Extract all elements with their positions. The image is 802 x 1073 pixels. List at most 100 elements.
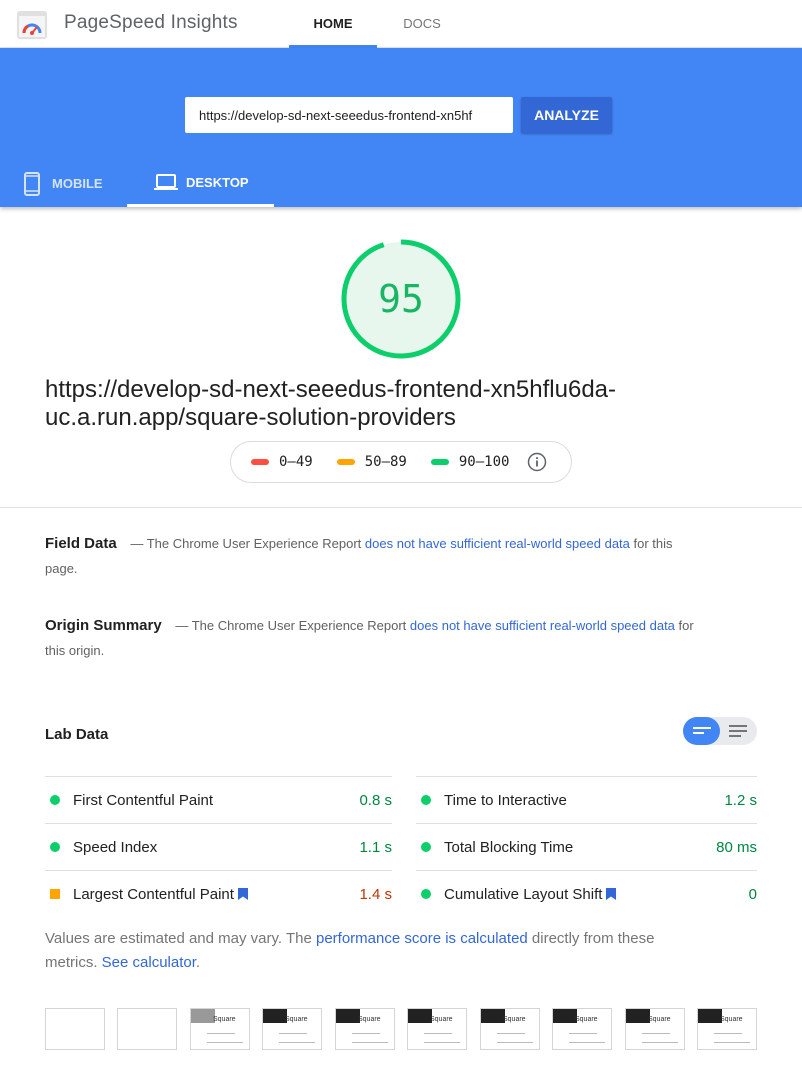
expanded-view-icon[interactable] <box>728 724 748 738</box>
metrics-view-toggle[interactable] <box>683 717 757 745</box>
compact-view-icon <box>693 727 711 734</box>
pagespeed-logo-icon <box>17 11 47 39</box>
top-app-bar: PageSpeed Insights HOME DOCS <box>0 0 802 48</box>
metric-label-wrap: Largest Contentful Paint <box>73 886 359 903</box>
analyze-button[interactable]: ANALYZE <box>521 97 612 133</box>
origin-summary-prefix: — The Chrome User Experience Report <box>175 618 407 633</box>
frame-text-line <box>279 1042 315 1043</box>
frame-brand-text: Square <box>720 1016 743 1023</box>
laptop-icon <box>154 174 178 190</box>
metric-value: 0 <box>748 885 757 903</box>
score-legend: 0–49 50–89 90–100 <box>230 441 572 483</box>
metric-status-pass-icon <box>421 795 431 805</box>
field-data-title: Field Data <box>45 535 117 552</box>
filmstrip-frame-blank <box>117 1008 177 1050</box>
metric-value: 1.2 s <box>724 791 757 809</box>
estimate-note-end: . <box>195 954 201 971</box>
field-data-link[interactable]: does not have sufficient real-world spee… <box>365 536 630 551</box>
metric-status-pass-icon <box>50 842 60 852</box>
legend-item-fail: 0–49 <box>251 454 313 470</box>
filmstrip-frame: Square <box>407 1008 467 1050</box>
filmstrip-frame: Square <box>625 1008 685 1050</box>
frame-text-line <box>424 1042 460 1043</box>
filmstrip-frame: Square <box>262 1008 322 1050</box>
url-entry-band: ANALYZE MOBILE DESKTOP <box>0 48 802 207</box>
frame-brand-text: Square <box>648 1016 671 1023</box>
metric-cumulative-layout-shift: Cumulative Layout Shift 0 <box>416 870 757 917</box>
tab-mobile-label: MOBILE <box>52 176 103 191</box>
legend-label-pass: 90–100 <box>458 454 510 470</box>
filmstrip-frame: Square <box>190 1008 250 1050</box>
frame-brand-text: Square <box>285 1016 308 1023</box>
legend-swatch-fail <box>251 459 269 465</box>
frame-text-line <box>207 1033 235 1034</box>
metric-status-average-icon <box>50 889 60 899</box>
metric-total-blocking-time: Total Blocking Time 80 ms <box>416 823 757 870</box>
lab-data-title: Lab Data <box>45 726 109 743</box>
metric-largest-contentful-paint: Largest Contentful Paint 1.4 s <box>45 870 392 917</box>
load-filmstrip: Square Square Square Square Square Squar… <box>45 1008 757 1050</box>
frame-text-line <box>714 1042 750 1043</box>
frame-text-line <box>424 1033 452 1034</box>
url-input[interactable] <box>185 97 513 133</box>
metric-label: Total Blocking Time <box>444 838 574 856</box>
field-data-section: Field Data — The Chrome User Experience … <box>45 531 705 581</box>
frame-header-block <box>481 1009 505 1023</box>
metric-first-contentful-paint: First Contentful Paint 0.8 s <box>45 776 392 823</box>
bookmark-icon[interactable] <box>237 888 248 900</box>
frame-header-block <box>553 1009 577 1023</box>
tab-docs[interactable]: DOCS <box>380 0 464 48</box>
info-icon[interactable] <box>527 452 547 472</box>
smartphone-icon <box>24 171 40 196</box>
legend-label-average: 50–89 <box>364 454 407 470</box>
analyzed-page-url: https://develop-sd-next-seeedus-frontend… <box>45 376 617 431</box>
tab-desktop[interactable]: DESKTOP <box>127 160 274 207</box>
frame-text-line <box>642 1042 678 1043</box>
bookmark-icon[interactable] <box>606 888 617 900</box>
frame-header-block <box>408 1009 432 1023</box>
field-data-prefix: — The Chrome User Experience Report <box>130 536 362 551</box>
frame-text-line <box>279 1033 307 1034</box>
frame-text-line <box>207 1042 243 1043</box>
frame-brand-text: Square <box>358 1016 381 1023</box>
metric-label: Time to Interactive <box>444 791 567 809</box>
metric-status-pass-icon <box>50 795 60 805</box>
metric-label: Largest Contentful Paint <box>73 885 234 903</box>
frame-brand-text: Square <box>430 1016 453 1023</box>
frame-header-block <box>191 1009 215 1023</box>
performance-score-link[interactable]: performance score is calculated <box>316 930 528 947</box>
frame-brand-text: Square <box>213 1016 236 1023</box>
filmstrip-frame: Square <box>335 1008 395 1050</box>
legend-label-fail: 0–49 <box>279 454 313 470</box>
filmstrip-frame-blank <box>45 1008 105 1050</box>
frame-brand-text: Square <box>503 1016 526 1023</box>
metric-label: First Contentful Paint <box>73 791 214 809</box>
frame-header-block <box>263 1009 287 1023</box>
frame-text-line <box>497 1042 533 1043</box>
tab-mobile[interactable]: MOBILE <box>20 160 120 207</box>
frame-text-line <box>714 1033 742 1034</box>
filmstrip-frame: Square <box>697 1008 757 1050</box>
metric-speed-index: Speed Index 1.1 s <box>45 823 392 870</box>
tab-home[interactable]: HOME <box>289 0 377 48</box>
frame-header-block <box>336 1009 360 1023</box>
legend-item-average: 50–89 <box>336 454 407 470</box>
estimate-note: Values are estimated and may vary. The p… <box>45 927 705 975</box>
metric-value: 0.8 s <box>359 791 392 809</box>
section-divider <box>0 507 802 508</box>
frame-text-line <box>352 1042 388 1043</box>
origin-summary-link[interactable]: does not have sufficient real-world spee… <box>410 618 675 633</box>
legend-swatch-average <box>336 459 355 465</box>
filmstrip-frame: Square <box>480 1008 540 1050</box>
metric-label-wrap: Cumulative Layout Shift <box>444 886 749 903</box>
frame-brand-text: Square <box>575 1016 598 1023</box>
metric-status-pass-icon <box>421 842 431 852</box>
metric-status-pass-icon <box>421 889 431 899</box>
frame-header-block <box>626 1009 650 1023</box>
origin-summary-section: Origin Summary — The Chrome User Experie… <box>45 613 705 663</box>
frame-text-line <box>569 1033 597 1034</box>
tab-desktop-label: DESKTOP <box>186 174 249 190</box>
see-calculator-link[interactable]: See calculator <box>102 954 196 971</box>
metric-value: 1.4 s <box>359 885 392 903</box>
frame-header-block <box>698 1009 722 1023</box>
